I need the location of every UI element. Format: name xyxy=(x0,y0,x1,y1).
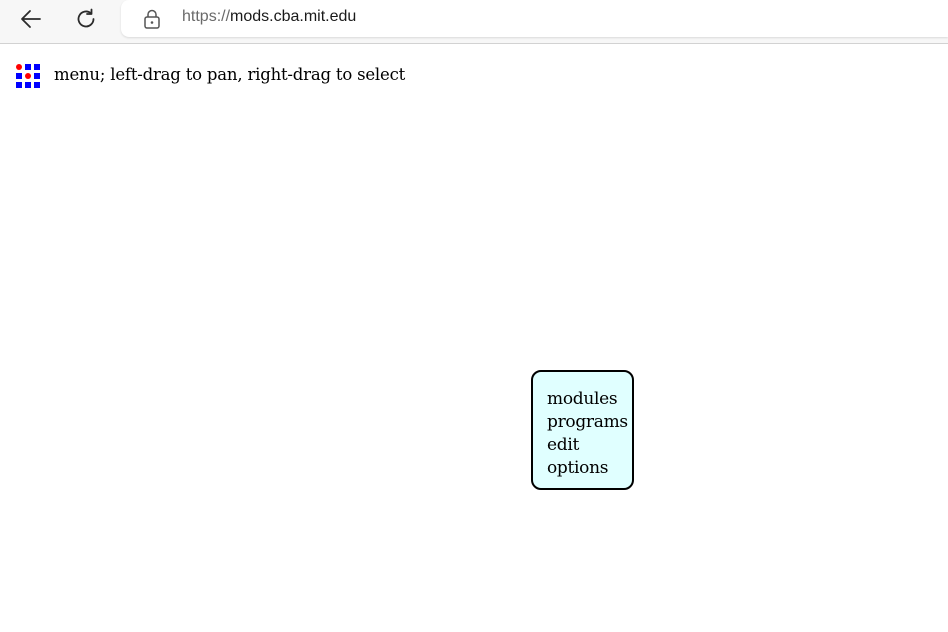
back-button[interactable] xyxy=(15,4,47,34)
lock-icon xyxy=(144,9,160,29)
menu-item-options[interactable]: options xyxy=(547,457,632,480)
menu-item-programs[interactable]: programs xyxy=(547,411,632,434)
url-text[interactable]: https://mods.cba.mit.edu xyxy=(182,8,356,26)
context-menu: modules programs edit options xyxy=(531,370,634,490)
reload-icon xyxy=(77,8,95,28)
url-host: mods.cba.mit.edu xyxy=(230,8,357,25)
browser-toolbar: https://mods.cba.mit.edu xyxy=(0,0,948,44)
menu-item-modules[interactable]: modules xyxy=(547,388,632,411)
arrow-left-icon xyxy=(21,10,41,28)
url-protocol: https:// xyxy=(182,8,231,25)
menu-item-edit[interactable]: edit xyxy=(547,434,632,457)
instructions-text: menu; left-drag to pan, right-drag to se… xyxy=(54,65,406,84)
grid-menu-icon[interactable] xyxy=(15,63,41,89)
address-bar[interactable]: https://mods.cba.mit.edu xyxy=(121,0,948,37)
reload-button[interactable] xyxy=(70,4,102,34)
